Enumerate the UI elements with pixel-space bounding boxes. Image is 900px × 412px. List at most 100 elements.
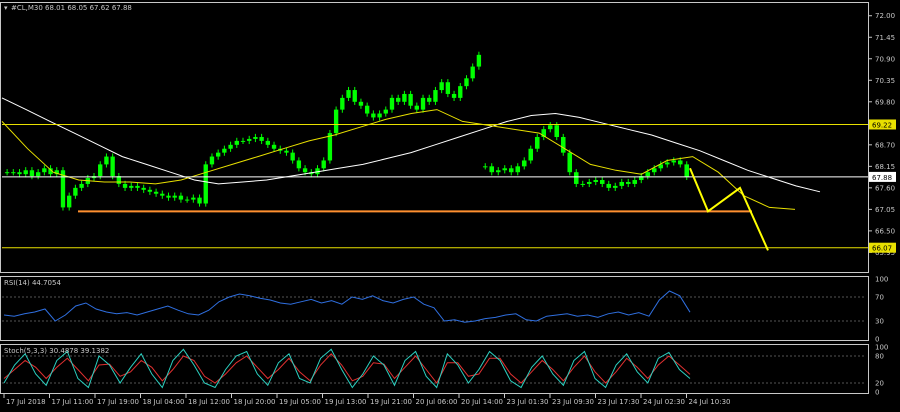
time-tick-label: 23 Jul 17:30 bbox=[598, 398, 640, 406]
price-candle-body bbox=[664, 162, 670, 165]
price-candle-body bbox=[515, 166, 521, 173]
time-tick-label: 20 Jul 14:00 bbox=[461, 398, 503, 406]
stoch-main-line bbox=[3, 348, 691, 389]
price-candle-body bbox=[433, 90, 438, 102]
price-candle-body bbox=[122, 183, 128, 188]
price-candle-body bbox=[420, 97, 426, 110]
price-candle-body bbox=[528, 148, 534, 161]
price-candle-body bbox=[23, 170, 28, 175]
time-tick-label: 19 Jul 05:00 bbox=[279, 398, 321, 406]
price-candle-body bbox=[445, 82, 451, 94]
time-tick-label: 18 Jul 04:00 bbox=[143, 398, 185, 406]
price-tick-label: 70.90 bbox=[875, 55, 895, 63]
price-candle-body bbox=[17, 172, 22, 175]
price-candle-body bbox=[567, 152, 573, 173]
price-candle-body bbox=[439, 82, 444, 91]
price-candle-body bbox=[222, 148, 227, 153]
stoch-tick-label: 20 bbox=[875, 380, 884, 388]
price-candle-body bbox=[178, 195, 184, 200]
price-candle-body bbox=[489, 166, 495, 173]
price-candle-body bbox=[160, 193, 165, 196]
price-candle-body bbox=[402, 93, 407, 102]
price-candle-body bbox=[129, 185, 134, 188]
price-candle-body bbox=[521, 160, 527, 167]
chart-icon: ▾ bbox=[4, 4, 8, 12]
price-candle-body bbox=[495, 170, 501, 173]
price-level-label: 67.88 bbox=[872, 174, 892, 182]
price-candle-body bbox=[389, 97, 395, 110]
price-candle-body bbox=[502, 168, 508, 171]
price-candle-body bbox=[284, 150, 289, 153]
time-tick-label: 19 Jul 21:00 bbox=[370, 398, 412, 406]
price-tick-label: 72.00 bbox=[875, 12, 895, 20]
price-candle-body bbox=[358, 101, 364, 106]
rsi-panel: 100 70 30 0 bbox=[2, 276, 888, 344]
chart-canvas: 10070300 10080200 72.0071.4570.9070.3569… bbox=[0, 2, 896, 406]
price-candle-body bbox=[547, 125, 553, 130]
price-candle-body bbox=[619, 181, 625, 186]
main-panel-frame bbox=[0, 2, 869, 273]
price-candle-body bbox=[271, 144, 277, 149]
time-tick-label: 23 Jul 01:30 bbox=[507, 398, 549, 406]
price-candle-body bbox=[4, 172, 10, 174]
price-candle-body bbox=[141, 187, 146, 190]
price-candle-body bbox=[35, 172, 41, 177]
rsi-label: RSI(14) 44.7054 bbox=[4, 279, 61, 287]
price-candle-body bbox=[73, 187, 78, 196]
forecast-line bbox=[689, 167, 769, 251]
price-candle-body bbox=[377, 113, 382, 118]
price-candle-body bbox=[42, 168, 47, 173]
price-candle-body bbox=[599, 180, 605, 184]
price-candle-body bbox=[560, 137, 566, 153]
price-candle-body bbox=[184, 199, 190, 201]
price-tick-label: 71.45 bbox=[875, 34, 895, 42]
rsi-tick-label: 100 bbox=[875, 276, 888, 284]
price-candle-body bbox=[464, 78, 469, 87]
price-candle-body bbox=[247, 138, 252, 141]
price-candle-body bbox=[153, 191, 159, 194]
stoch-panel-frame bbox=[0, 344, 869, 394]
price-candle-body bbox=[458, 86, 463, 98]
price-candle-body bbox=[414, 105, 419, 110]
price-candle-body bbox=[671, 160, 677, 163]
price-candle-body bbox=[508, 168, 514, 173]
price-candle-body bbox=[98, 164, 103, 177]
price-tick-label: 66.50 bbox=[875, 227, 895, 235]
stoch-tick-label: 80 bbox=[875, 353, 884, 361]
price-candle-body bbox=[451, 93, 457, 98]
price-axis: 72.00 71.45 70.90 70.35 69.80 68.70 68.15 67.60… bbox=[868, 12, 896, 257]
price-candle-body bbox=[29, 170, 35, 177]
price-candle-body bbox=[321, 160, 326, 169]
time-tick-label: 23 Jul 09:30 bbox=[552, 398, 594, 406]
price-candle-body bbox=[67, 195, 72, 208]
ma-slow-line bbox=[1, 97, 821, 193]
price-candle-body bbox=[684, 164, 690, 177]
price-candle-body bbox=[346, 90, 351, 98]
price-candle-body bbox=[470, 66, 475, 79]
time-tick-label: 24 Jul 10:30 bbox=[689, 398, 731, 406]
price-candle-body bbox=[352, 90, 357, 102]
price-tick-label: 67.05 bbox=[875, 206, 895, 214]
price-candle-body bbox=[383, 109, 388, 114]
time-tick-label: 20 Jul 06:00 bbox=[416, 398, 458, 406]
stoch-panel: 10080 200 bbox=[2, 344, 888, 397]
chart-title: #CL,M30 68.01 68.05 67.62 67.88 bbox=[11, 4, 132, 12]
price-candle-body bbox=[253, 137, 258, 139]
price-candle-body bbox=[296, 160, 302, 169]
price-candle-body bbox=[265, 140, 271, 145]
stoch-tick-label: 0 bbox=[875, 389, 879, 397]
price-candle-body bbox=[215, 152, 221, 157]
price-candle-body bbox=[427, 97, 432, 102]
stoch-label: Stoch(5,3,3) 30.4878 39.1382 bbox=[4, 347, 109, 355]
price-panel bbox=[1, 51, 868, 251]
price-tick-label: 68.70 bbox=[875, 141, 895, 149]
price-candle-body bbox=[302, 168, 308, 173]
price-candle-body bbox=[147, 189, 153, 192]
price-candle-body bbox=[228, 144, 233, 149]
rsi-tick-label: 0 bbox=[875, 336, 879, 344]
price-level-label: 69.22 bbox=[872, 121, 892, 129]
price-candle-body bbox=[197, 197, 202, 204]
price-candle-body bbox=[482, 166, 488, 168]
price-tick-label: 70.35 bbox=[875, 77, 895, 85]
price-candle-body bbox=[166, 195, 171, 198]
